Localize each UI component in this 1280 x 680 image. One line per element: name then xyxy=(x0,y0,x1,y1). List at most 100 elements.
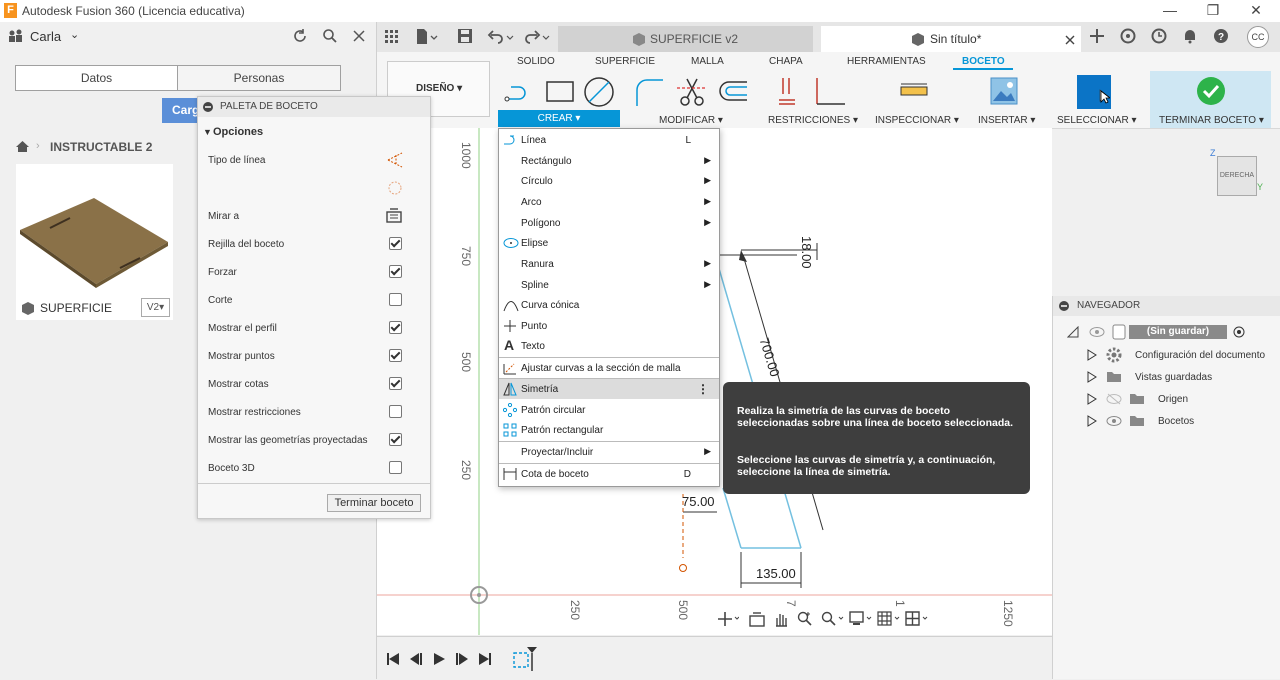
new-tab-icon[interactable] xyxy=(1089,28,1105,44)
display-settings-icon[interactable] xyxy=(849,611,873,627)
version-dropdown[interactable]: V2▾ xyxy=(141,298,170,317)
construction-line-icon[interactable] xyxy=(386,151,404,169)
show-projected-checkbox[interactable] xyxy=(389,433,402,446)
3d-sketch-checkbox[interactable] xyxy=(389,461,402,474)
expand-arrow-icon[interactable] xyxy=(1087,349,1097,361)
go-to-end-icon[interactable] xyxy=(479,653,491,665)
expand-arrow-icon[interactable] xyxy=(1087,393,1097,405)
menu-item-circular-pattern[interactable]: Patrón circular xyxy=(499,400,719,420)
look-at-icon[interactable] xyxy=(749,611,765,627)
fillet-tool-icon[interactable] xyxy=(633,76,667,108)
more-options-icon[interactable]: ⋮ xyxy=(697,382,709,396)
grid-settings-icon[interactable] xyxy=(877,611,901,627)
collapse-icon[interactable] xyxy=(203,102,213,112)
job-status-icon[interactable] xyxy=(1151,28,1167,44)
redo-icon[interactable] xyxy=(523,28,551,44)
undo-icon[interactable] xyxy=(487,28,515,44)
step-back-icon[interactable] xyxy=(410,653,422,665)
expand-arrow-icon[interactable] xyxy=(1087,415,1097,427)
avatar[interactable]: CC xyxy=(1247,26,1269,48)
expand-arrow-icon[interactable] xyxy=(1087,371,1097,383)
create-menu-button[interactable]: CREAR ▾ xyxy=(498,110,620,127)
tab-superficie-v2[interactable]: SUPERFICIE v2 xyxy=(558,26,813,52)
dimension-label[interactable]: 18.00 xyxy=(799,236,814,269)
menu-item-rectangle[interactable]: Rectángulo ▶ xyxy=(499,151,719,171)
visibility-eye-icon[interactable] xyxy=(1089,326,1105,338)
menu-item-mirror[interactable]: Simetría ⋮ xyxy=(499,379,719,399)
root-component[interactable]: (Sin guardar) xyxy=(1129,325,1227,339)
finish-sketch-group[interactable]: TERMINAR BOCETO ▾ xyxy=(1150,71,1271,128)
finish-sketch-button[interactable]: Terminar boceto xyxy=(327,494,421,512)
sketch-grid-checkbox[interactable] xyxy=(389,237,402,250)
line-tool-icon[interactable] xyxy=(503,79,535,105)
menu-item-arc[interactable]: Arco ▶ xyxy=(499,192,719,212)
show-constraints-checkbox[interactable] xyxy=(389,405,402,418)
viewports-icon[interactable] xyxy=(905,611,929,627)
orbit-icon[interactable] xyxy=(717,611,739,627)
zoom-icon[interactable] xyxy=(797,611,813,627)
tab-data[interactable]: Datos xyxy=(15,65,178,91)
perpendicular-constraint-icon[interactable] xyxy=(811,76,847,108)
activate-radio-icon[interactable] xyxy=(1233,326,1245,338)
insert-image-icon[interactable] xyxy=(990,77,1018,105)
menu-item-line[interactable]: Línea L xyxy=(499,130,719,150)
user-name[interactable]: Carla xyxy=(30,29,61,44)
trim-tool-icon[interactable] xyxy=(677,76,707,108)
expand-triangle-icon[interactable] xyxy=(1067,326,1079,338)
design-thumbnail-card[interactable]: SUPERFICIE V2▾ xyxy=(16,164,173,320)
navigator-item[interactable]: Vistas guardadas xyxy=(1135,372,1212,383)
menu-item-slot[interactable]: Ranura ▶ xyxy=(499,254,719,274)
show-points-checkbox[interactable] xyxy=(389,349,402,362)
centerline-icon[interactable] xyxy=(386,179,404,197)
coincident-constraint-icon[interactable] xyxy=(777,76,799,108)
menu-item-sketch-dimension[interactable]: Cota de boceto D xyxy=(499,464,719,484)
constraints-menu-button[interactable]: RESTRICCIONES ▾ xyxy=(768,115,858,126)
close-icon[interactable] xyxy=(352,29,366,43)
look-at-icon[interactable] xyxy=(386,207,402,223)
pan-hand-icon[interactable] xyxy=(773,611,789,627)
select-menu-button[interactable]: SELECCIONAR ▾ xyxy=(1057,115,1136,126)
tab-solido[interactable]: SOLIDO xyxy=(517,56,555,67)
menu-item-mesh-section[interactable]: Ajustar curvas a la sección de malla xyxy=(499,358,719,378)
zoom-window-icon[interactable] xyxy=(821,611,845,627)
refresh-icon[interactable] xyxy=(292,28,308,44)
sketch-timeline-feature-icon[interactable] xyxy=(511,645,537,671)
step-forward-icon[interactable] xyxy=(456,653,468,665)
modify-menu-button[interactable]: MODIFICAR ▾ xyxy=(659,115,723,126)
navigator-item[interactable]: Bocetos xyxy=(1158,416,1194,427)
offset-tool-icon[interactable] xyxy=(717,79,749,105)
menu-item-point[interactable]: Punto xyxy=(499,316,719,336)
play-icon[interactable] xyxy=(433,653,445,665)
viewcube-face[interactable]: DERECHA xyxy=(1217,156,1257,196)
breadcrumb[interactable]: INSTRUCTABLE 2 xyxy=(50,140,152,154)
file-icon[interactable] xyxy=(415,28,439,46)
apps-grid-icon[interactable] xyxy=(385,30,399,44)
extensions-icon[interactable] xyxy=(1120,28,1136,44)
inspect-menu-button[interactable]: INSPECCIONAR ▾ xyxy=(875,115,959,126)
close-tab-icon[interactable] xyxy=(1065,35,1075,45)
show-profile-checkbox[interactable] xyxy=(389,321,402,334)
finish-sketch-check-icon[interactable] xyxy=(1196,76,1226,106)
save-icon[interactable] xyxy=(457,28,473,44)
hidden-eye-icon[interactable] xyxy=(1106,393,1122,405)
navigator-item[interactable]: Configuración del documento xyxy=(1135,350,1265,361)
tab-boceto[interactable]: BOCETO xyxy=(962,56,1005,67)
tab-superficie[interactable]: SUPERFICIE xyxy=(595,56,655,67)
go-to-start-icon[interactable] xyxy=(387,653,399,665)
close-window-button[interactable]: ✕ xyxy=(1246,2,1266,19)
menu-item-spline[interactable]: Spline ▶ xyxy=(499,275,719,295)
menu-item-polygon[interactable]: Polígono ▶ xyxy=(499,213,719,233)
tab-malla[interactable]: MALLA xyxy=(691,56,724,67)
measure-icon[interactable] xyxy=(900,82,928,100)
navigator-item[interactable]: Origen xyxy=(1158,394,1188,405)
menu-item-project-include[interactable]: Proyectar/Incluir ▶ xyxy=(499,442,719,462)
menu-item-conic-curve[interactable]: Curva cónica xyxy=(499,295,719,315)
home-icon[interactable] xyxy=(15,140,30,153)
menu-item-circle[interactable]: Círculo ▶ xyxy=(499,171,719,191)
tab-sin-titulo[interactable]: Sin título* xyxy=(821,26,1081,52)
visibility-eye-icon[interactable] xyxy=(1106,415,1122,427)
maximize-button[interactable]: ❐ xyxy=(1203,2,1223,19)
show-dimensions-checkbox[interactable] xyxy=(389,377,402,390)
tab-people[interactable]: Personas xyxy=(177,65,341,91)
tab-chapa[interactable]: CHAPA xyxy=(769,56,803,67)
